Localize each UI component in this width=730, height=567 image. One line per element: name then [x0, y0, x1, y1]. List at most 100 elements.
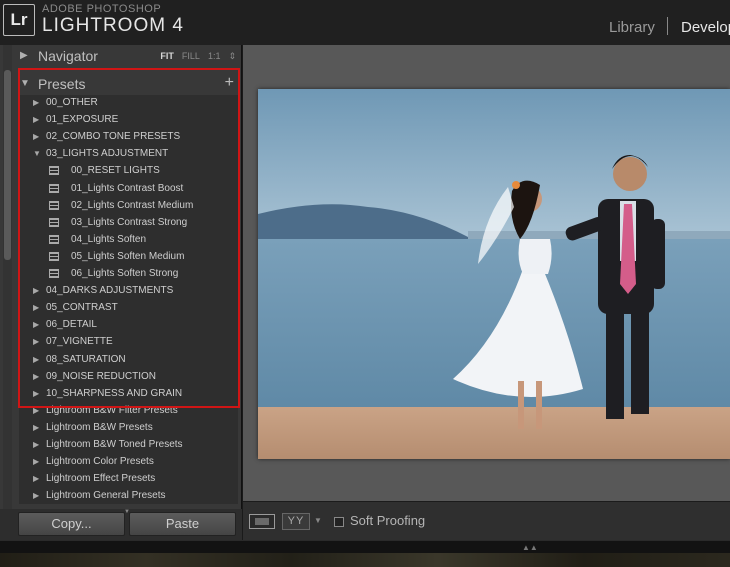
preset-item-label: 00_RESET LIGHTS: [71, 165, 160, 177]
triangle-right-icon[interactable]: ▶: [33, 372, 39, 381]
filmstrip[interactable]: [0, 553, 730, 567]
triangle-right-icon[interactable]: ▶: [33, 286, 39, 295]
zoom-stepper-icon[interactable]: ⇕: [228, 51, 236, 62]
before-after-button[interactable]: YY: [282, 513, 310, 530]
copy-button[interactable]: Copy...: [18, 512, 125, 536]
preset-folder-item[interactable]: ▶ 04_DARKS ADJUSTMENTS: [19, 283, 238, 300]
preset-folder-item[interactable]: ▶ 05_CONTRAST: [19, 300, 238, 317]
preset-folder-item[interactable]: ▶ Lightroom B&W Filter Presets: [19, 403, 238, 420]
photo-preview[interactable]: [258, 89, 730, 459]
preset-folder-item[interactable]: ▶ 00_OTHER: [19, 95, 238, 112]
preset-folder-label: 00_OTHER: [46, 97, 98, 108]
preset-folder-item[interactable]: ▶ Lightroom B&W Presets: [19, 420, 238, 437]
preset-item[interactable]: 00_RESET LIGHTS: [19, 163, 238, 180]
preset-item-label: 02_Lights Contrast Medium: [71, 199, 194, 211]
module-develop[interactable]: Develop: [681, 19, 730, 36]
preset-folder-label: 05_CONTRAST: [46, 302, 118, 314]
preset-item-label: 05_Lights Soften Medium: [71, 250, 185, 262]
triangle-right-icon: ▶: [20, 50, 28, 61]
preset-folder-label: Lightroom B&W Filter Presets: [46, 404, 178, 416]
triangle-right-icon[interactable]: ▶: [33, 320, 39, 329]
chevron-down-icon[interactable]: ▼: [314, 516, 322, 525]
module-separator: [667, 17, 668, 35]
preset-list-icon: [49, 217, 59, 227]
preset-list-icon: [49, 234, 59, 244]
preset-list-icon: [49, 183, 59, 193]
preset-folder-label: Lightroom General Presets: [46, 490, 166, 502]
presets-label: Presets: [38, 76, 86, 92]
preset-folder-item[interactable]: ▶ Lightroom General Presets: [19, 488, 238, 504]
presets-header[interactable]: ▼ Presets +: [14, 73, 238, 95]
preset-item[interactable]: 02_Lights Contrast Medium: [19, 198, 238, 215]
triangle-right-icon[interactable]: ▶: [33, 389, 39, 398]
bottom-toolbar: YY ▼ Soft Proofing: [243, 501, 730, 540]
preset-folder-label: 07_VIGNETTE: [46, 336, 113, 348]
panel-scrollbar-thumb[interactable]: [4, 70, 11, 260]
preset-item[interactable]: 03_Lights Contrast Strong: [19, 215, 238, 232]
preset-folder-item[interactable]: ▶ 06_DETAIL: [19, 317, 238, 334]
preset-item[interactable]: 04_Lights Soften: [19, 232, 238, 249]
triangle-right-icon[interactable]: ▶: [33, 474, 39, 483]
app-title: LIGHTROOM 4: [42, 15, 184, 36]
left-panel: ▶ Navigator FIT FILL 1:1 ⇕ ▼ Presets + ▶…: [0, 45, 242, 540]
soft-proofing-checkbox[interactable]: [334, 517, 344, 527]
paste-button[interactable]: Paste: [129, 512, 236, 536]
preset-folder-label: 06_DETAIL: [46, 319, 97, 331]
preset-folder-label: 01_EXPOSURE: [46, 114, 119, 126]
preset-folder-item[interactable]: ▼ 03_LIGHTS ADJUSTMENT: [19, 146, 238, 163]
preset-folder-item[interactable]: ▶ 02_COMBO TONE PRESETS: [19, 129, 238, 146]
preset-folder-item[interactable]: ▶ Lightroom Color Presets: [19, 454, 238, 471]
preset-list-icon: [49, 251, 59, 261]
triangle-right-icon[interactable]: ▶: [33, 491, 39, 500]
preset-list-icon: [49, 166, 59, 176]
preset-folder-item[interactable]: ▶ Lightroom Effect Presets: [19, 471, 238, 488]
triangle-right-icon[interactable]: ▶: [33, 337, 39, 346]
app-subtitle: ADOBE PHOTOSHOP: [42, 3, 162, 15]
triangle-right-icon[interactable]: ▶: [33, 115, 39, 124]
triangle-right-icon[interactable]: ▶: [33, 423, 39, 432]
preset-folder-label: 04_DARKS ADJUSTMENTS: [46, 285, 174, 297]
preset-folder-item[interactable]: ▶ 10_SHARPNESS AND GRAIN: [19, 386, 238, 403]
main-view: [243, 45, 730, 501]
preset-item-label: 06_Lights Soften Strong: [71, 268, 179, 279]
filmstrip-grip-icon[interactable]: ▲▲: [522, 543, 538, 552]
panel-inner: ▶ Navigator FIT FILL 1:1 ⇕ ▼ Presets + ▶…: [14, 45, 238, 505]
preset-folder-label: 02_COMBO TONE PRESETS: [46, 131, 181, 143]
preset-folder-label: 10_SHARPNESS AND GRAIN: [46, 387, 183, 399]
preset-folder-label: 09_NOISE REDUCTION: [46, 370, 157, 382]
triangle-right-icon[interactable]: ▶: [33, 457, 39, 466]
lightroom-logo: Lr: [3, 4, 35, 36]
loupe-view-button[interactable]: [249, 514, 275, 529]
navigator-header[interactable]: ▶ Navigator FIT FILL 1:1 ⇕: [14, 45, 238, 67]
navigator-label: Navigator: [38, 48, 98, 64]
preset-folder-item[interactable]: ▶ 08_SATURATION: [19, 352, 238, 369]
module-library[interactable]: Library: [609, 19, 655, 36]
preset-folder-item[interactable]: ▶ 09_NOISE REDUCTION: [19, 369, 238, 386]
filmstrip-area: ▲▲: [0, 540, 730, 567]
beach-wedding-photo: [258, 89, 730, 459]
triangle-right-icon[interactable]: ▶: [33, 355, 39, 364]
preset-item-label: 04_Lights Soften: [71, 233, 147, 245]
zoom-fill-option[interactable]: FILL: [182, 51, 200, 62]
triangle-right-icon[interactable]: ▶: [33, 132, 39, 141]
preset-item[interactable]: 01_Lights Contrast Boost: [19, 181, 238, 198]
triangle-right-icon[interactable]: ▶: [33, 98, 39, 107]
add-preset-button[interactable]: +: [225, 73, 234, 93]
zoom-fit-option[interactable]: FIT: [160, 51, 174, 62]
preset-folder-item[interactable]: ▶ 01_EXPOSURE: [19, 112, 238, 129]
preset-item[interactable]: 05_Lights Soften Medium: [19, 249, 238, 266]
preset-folder-item[interactable]: ▶ Lightroom B&W Toned Presets: [19, 437, 238, 454]
preset-folder-label: Lightroom B&W Toned Presets: [46, 439, 183, 450]
top-bar: Lr ADOBE PHOTOSHOP LIGHTROOM 4 Library D…: [0, 0, 730, 45]
triangle-right-icon[interactable]: ▶: [33, 406, 39, 415]
preset-folder-label: 08_SATURATION: [46, 353, 126, 365]
preset-item[interactable]: 06_Lights Soften Strong: [19, 266, 238, 283]
triangle-down-icon: ▼: [20, 78, 30, 89]
preset-item-label: 01_Lights Contrast Boost: [71, 182, 184, 194]
triangle-right-icon[interactable]: ▶: [33, 303, 39, 312]
triangle-down-icon[interactable]: ▼: [33, 149, 41, 158]
triangle-right-icon[interactable]: ▶: [33, 440, 39, 449]
zoom-1to1-option[interactable]: 1:1: [208, 51, 221, 62]
preset-folder-item[interactable]: ▶ 07_VIGNETTE: [19, 334, 238, 351]
copy-paste-bar: ▼ Copy... Paste: [0, 509, 242, 540]
